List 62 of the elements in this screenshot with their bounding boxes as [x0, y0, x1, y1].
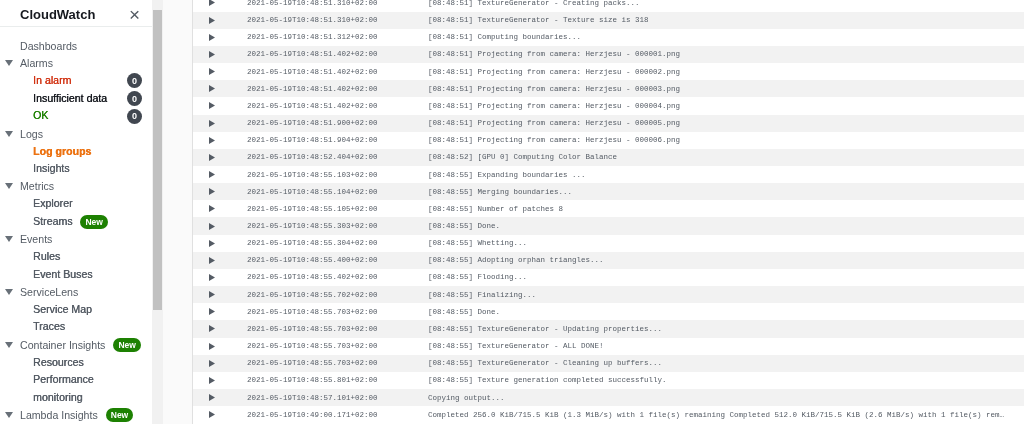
expand-icon[interactable] [209, 50, 215, 58]
expand-icon[interactable] [209, 342, 215, 350]
caret-icon[interactable] [5, 341, 13, 348]
caret-icon[interactable] [5, 183, 13, 190]
nav-item[interactable]: Insights [33, 160, 70, 178]
nav-section[interactable]: Alarms [20, 57, 53, 70]
nav-section[interactable]: Dashboards [20, 39, 78, 52]
nav-item[interactable]: Traces [33, 318, 65, 337]
nav-item[interactable]: OK [33, 107, 49, 125]
nav-item[interactable]: In alarm [33, 72, 72, 90]
close-button[interactable]: × [128, 5, 140, 25]
expand-icon[interactable] [209, 33, 215, 41]
nav-section[interactable]: Logs [20, 127, 43, 140]
expand-icon[interactable] [209, 256, 215, 264]
nav-item[interactable]: Event Buses [33, 265, 93, 284]
nav-item[interactable]: Streams [33, 212, 73, 231]
expand-icon[interactable] [209, 102, 215, 110]
new-badge: New [80, 214, 108, 229]
nav-section[interactable]: Metrics [20, 180, 55, 193]
nav-item[interactable]: Performance monitoring [33, 371, 111, 407]
expand-icon[interactable] [209, 205, 215, 213]
expand-icon[interactable] [209, 274, 215, 281]
caret-icon[interactable] [5, 130, 13, 137]
count-badge: 0 [127, 91, 142, 106]
nav-item[interactable]: Rules [33, 248, 61, 266]
new-badge: New [113, 337, 141, 352]
count-badge: 0 [127, 73, 142, 89]
expand-icon[interactable] [209, 0, 215, 7]
nav-item[interactable]: Insufficient data [33, 89, 107, 108]
caret-icon[interactable] [5, 412, 13, 419]
expand-icon[interactable] [209, 291, 215, 299]
new-badge: New [105, 408, 134, 423]
expand-icon[interactable] [209, 394, 215, 402]
caret-icon[interactable] [5, 60, 13, 67]
expand-icon[interactable] [209, 153, 215, 161]
scrollbar[interactable] [152, 0, 163, 424]
caret-icon[interactable] [5, 236, 13, 243]
expand-icon[interactable] [209, 16, 215, 24]
scrollbar-thumb[interactable] [153, 10, 162, 310]
expand-icon[interactable] [209, 188, 215, 196]
expand-icon[interactable] [209, 239, 215, 247]
nav-section[interactable]: ServiceLens [20, 286, 79, 299]
sidebar-title: CloudWatch [20, 7, 96, 23]
expand-icon[interactable] [209, 85, 215, 93]
expand-icon[interactable] [209, 308, 215, 316]
nav-section[interactable]: Lambda Insights [20, 409, 98, 422]
expand-icon[interactable] [209, 359, 215, 367]
expand-icon[interactable] [209, 171, 215, 179]
nav-item[interactable]: Service Map [33, 300, 92, 319]
nav-section[interactable]: Events [20, 233, 53, 246]
expand-icon[interactable] [209, 411, 215, 419]
expand-icon[interactable] [209, 222, 215, 230]
expand-icon[interactable] [209, 119, 215, 127]
expand-icon[interactable] [209, 325, 215, 333]
nav-item[interactable]: Explorer [33, 195, 73, 213]
nav-item[interactable]: Resources [33, 353, 84, 372]
caret-icon[interactable] [5, 289, 13, 296]
nav-section[interactable]: Container Insights [20, 338, 106, 351]
count-badge: 0 [127, 108, 142, 124]
expand-icon[interactable] [209, 68, 215, 76]
expand-icon[interactable] [209, 376, 215, 384]
expand-icon[interactable] [209, 136, 215, 144]
